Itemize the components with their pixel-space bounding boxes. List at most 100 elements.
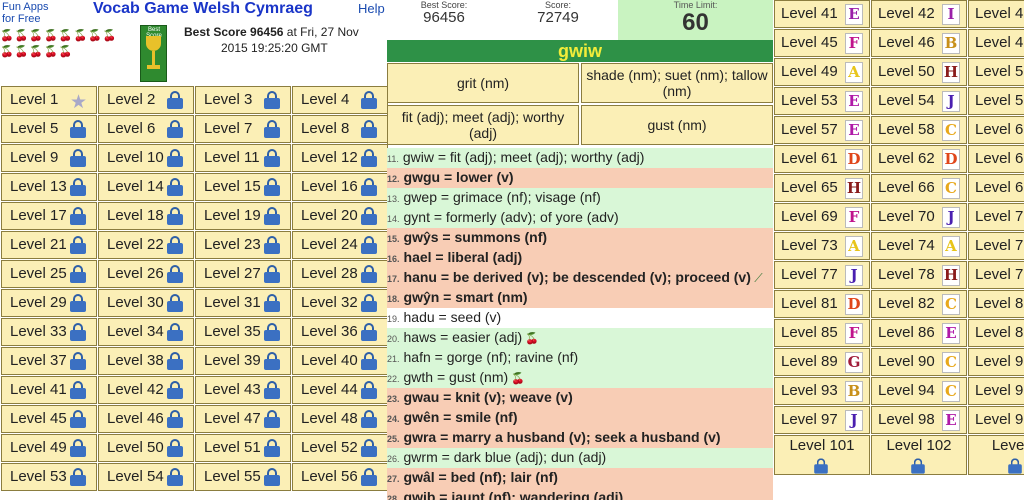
level-button[interactable]: Level 29 <box>1 289 97 317</box>
level-button[interactable]: Level 30 <box>98 289 194 317</box>
level-button[interactable]: Level 82 C <box>871 290 967 318</box>
level-button[interactable]: Level 4 <box>968 0 1024 28</box>
level-button[interactable]: Level 6 <box>968 116 1024 144</box>
level-button[interactable]: Level 94 C <box>871 377 967 405</box>
level-button[interactable]: Level 101 <box>774 435 870 475</box>
level-button[interactable]: Level 70 J <box>871 203 967 231</box>
level-button[interactable]: Level 42 <box>98 376 194 404</box>
answer-option-2[interactable]: shade (nm); suet (nm); tallow (nm) <box>581 63 773 103</box>
level-button[interactable]: Level 36 <box>292 318 388 346</box>
level-button[interactable]: Level 19 <box>195 202 291 230</box>
level-button[interactable]: Level 10 <box>98 144 194 172</box>
level-button[interactable]: Level 78 H <box>871 261 967 289</box>
level-button[interactable]: Level 55 <box>195 463 291 491</box>
level-button[interactable]: Level 42 I <box>871 0 967 28</box>
level-button[interactable]: Level 6 <box>968 174 1024 202</box>
level-button[interactable]: Level 12 <box>292 144 388 172</box>
level-button[interactable]: Level 39 <box>195 347 291 375</box>
level-button[interactable]: Level 102 <box>871 435 967 475</box>
level-button[interactable]: Level 86 E <box>871 319 967 347</box>
fun-apps-link[interactable]: Fun Apps for Free <box>2 1 62 25</box>
level-button[interactable]: Level 45 F <box>774 29 870 57</box>
level-button[interactable]: Level 62 D <box>871 145 967 173</box>
level-button[interactable]: Level 7 <box>195 115 291 143</box>
level-button[interactable]: Level 9 <box>968 348 1024 376</box>
level-button[interactable]: Level 5 <box>968 58 1024 86</box>
level-button[interactable]: Level 53 E <box>774 87 870 115</box>
level-button[interactable]: Level 41 E <box>774 0 870 28</box>
level-button[interactable]: Level 15 <box>195 173 291 201</box>
level-button[interactable]: Level 20 <box>292 202 388 230</box>
level-button[interactable]: Level 35 <box>195 318 291 346</box>
level-button[interactable]: Level 26 <box>98 260 194 288</box>
level-button[interactable]: Level 74 A <box>871 232 967 260</box>
level-button[interactable]: Level 44 <box>292 376 388 404</box>
level-button[interactable]: Level 16 <box>292 173 388 201</box>
level-button[interactable]: Level 17 <box>1 202 97 230</box>
level-button[interactable]: Level 41 <box>1 376 97 404</box>
level-button[interactable]: Level 54 J <box>871 87 967 115</box>
level-button[interactable]: Level 66 C <box>871 174 967 202</box>
level-button[interactable]: Level 1 <box>968 435 1024 475</box>
level-button[interactable]: Level 1 ★ <box>1 86 97 114</box>
level-button[interactable]: Level 46 B <box>871 29 967 57</box>
level-button[interactable]: Level 5 <box>968 87 1024 115</box>
level-button[interactable]: Level 31 <box>195 289 291 317</box>
level-button[interactable]: Level 7 <box>968 203 1024 231</box>
level-button[interactable]: Level 24 <box>292 231 388 259</box>
level-button[interactable]: Level 9 <box>968 406 1024 434</box>
level-button[interactable]: Level 54 <box>98 463 194 491</box>
level-button[interactable]: Level 34 <box>98 318 194 346</box>
level-button[interactable]: Level 49 A <box>774 58 870 86</box>
level-button[interactable]: Level 9 <box>968 377 1024 405</box>
level-button[interactable]: Level 43 <box>195 376 291 404</box>
level-button[interactable]: Level 14 <box>98 173 194 201</box>
level-button[interactable]: Level 57 E <box>774 116 870 144</box>
level-button[interactable]: Level 52 <box>292 434 388 462</box>
level-button[interactable]: Level 2 <box>98 86 194 114</box>
level-button[interactable]: Level 46 <box>98 405 194 433</box>
level-button[interactable]: Level 6 <box>968 145 1024 173</box>
level-button[interactable]: Level 93 B <box>774 377 870 405</box>
level-button[interactable]: Level 7 <box>968 232 1024 260</box>
level-button[interactable]: Level 53 <box>1 463 97 491</box>
level-button[interactable]: Level 23 <box>195 231 291 259</box>
level-button[interactable]: Level 77 J <box>774 261 870 289</box>
level-button[interactable]: Level 51 <box>195 434 291 462</box>
level-button[interactable]: Level 58 C <box>871 116 967 144</box>
level-button[interactable]: Level 25 <box>1 260 97 288</box>
level-button[interactable]: Level 61 D <box>774 145 870 173</box>
level-button[interactable]: Level 28 <box>292 260 388 288</box>
level-button[interactable]: Level 11 <box>195 144 291 172</box>
level-button[interactable]: Level 73 A <box>774 232 870 260</box>
level-button[interactable]: Level 6 <box>98 115 194 143</box>
level-button[interactable]: Level 65 H <box>774 174 870 202</box>
level-button[interactable]: Level 27 <box>195 260 291 288</box>
level-button[interactable]: Level 89 G <box>774 348 870 376</box>
level-button[interactable]: Level 40 <box>292 347 388 375</box>
level-button[interactable]: Level 38 <box>98 347 194 375</box>
level-button[interactable]: Level 7 <box>968 261 1024 289</box>
level-button[interactable]: Level 21 <box>1 231 97 259</box>
answer-option-3[interactable]: fit (adj); meet (adj); worthy (adj) <box>387 105 579 145</box>
level-button[interactable]: Level 32 <box>292 289 388 317</box>
level-button[interactable]: Level 50 <box>98 434 194 462</box>
level-button[interactable]: Level 5 <box>1 115 97 143</box>
level-button[interactable]: Level 22 <box>98 231 194 259</box>
level-button[interactable]: Level 50 H <box>871 58 967 86</box>
level-button[interactable]: Level 49 <box>1 434 97 462</box>
level-button[interactable]: Level 8 <box>292 115 388 143</box>
level-button[interactable]: Level 13 <box>1 173 97 201</box>
level-button[interactable]: Level 4 <box>292 86 388 114</box>
level-button[interactable]: Level 45 <box>1 405 97 433</box>
level-button[interactable]: Level 98 E <box>871 406 967 434</box>
level-button[interactable]: Level 18 <box>98 202 194 230</box>
level-button[interactable]: Level 4 <box>968 29 1024 57</box>
level-button[interactable]: Level 81 D <box>774 290 870 318</box>
help-link[interactable]: Help <box>358 1 385 16</box>
level-button[interactable]: Level 69 F <box>774 203 870 231</box>
level-button[interactable]: Level 3 <box>195 86 291 114</box>
level-button[interactable]: Level 33 <box>1 318 97 346</box>
level-button[interactable]: Level 48 <box>292 405 388 433</box>
answer-option-1[interactable]: grit (nm) <box>387 63 579 103</box>
